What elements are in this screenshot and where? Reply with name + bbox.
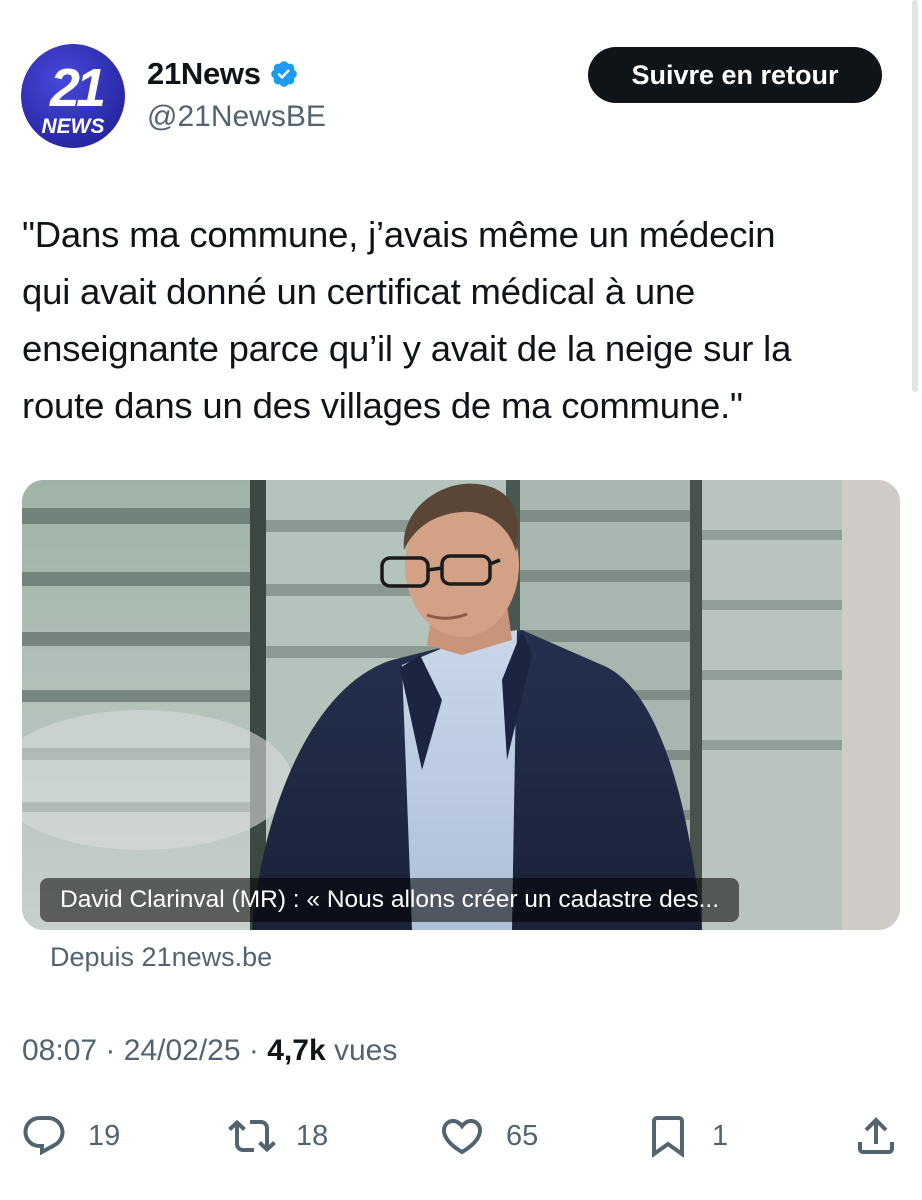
verified-badge-icon [270, 61, 297, 87]
reply-count: 19 [88, 1119, 121, 1152]
bookmark-button[interactable]: 1 [644, 1108, 728, 1164]
account-handle[interactable]: @21NewsBE [147, 100, 326, 134]
account-name-row[interactable]: 21News [147, 56, 299, 92]
repost-button[interactable]: 18 [228, 1108, 328, 1164]
card-photo [22, 480, 900, 930]
meta-separator: · [248, 1034, 259, 1067]
like-button[interactable]: 65 [438, 1108, 538, 1164]
like-count: 65 [506, 1119, 539, 1152]
tweet-time[interactable]: 08:07 [22, 1034, 97, 1067]
card-caption: David Clarinval (MR) : « Nous allons cré… [40, 878, 740, 922]
avatar[interactable]: 21 NEWS [21, 44, 125, 148]
views-label: vues [333, 1034, 398, 1067]
account-name[interactable]: 21News [147, 56, 261, 92]
tweet-meta: 08:07 · 24/02/25 · 4,7k vues [22, 1034, 397, 1068]
meta-separator: · [105, 1034, 116, 1067]
reply-button[interactable]: 19 [20, 1108, 120, 1164]
bookmark-count: 1 [712, 1119, 729, 1152]
scrollbar[interactable] [912, 0, 918, 392]
avatar-logo-word: NEWS [42, 115, 105, 138]
bookmark-icon [652, 1116, 684, 1158]
card-source[interactable]: Depuis 21news.be [50, 942, 272, 973]
tweet-date[interactable]: 24/02/25 [124, 1034, 241, 1067]
share-button[interactable] [852, 1108, 900, 1164]
follow-back-button[interactable]: Suivre en retour [588, 47, 882, 103]
heart-icon [441, 1119, 483, 1155]
link-card[interactable]: David Clarinval (MR) : « Nous allons cré… [22, 480, 900, 930]
repost-icon [228, 1119, 276, 1153]
action-bar: 19 18 65 1 [0, 1108, 922, 1164]
share-icon [858, 1117, 894, 1154]
view-count: 4,7k [267, 1034, 326, 1067]
avatar-logo-number: 21 [49, 58, 104, 118]
reply-icon [23, 1116, 65, 1156]
repost-count: 18 [296, 1119, 329, 1152]
tweet-text: "Dans ma commune, j’avais même un médeci… [22, 214, 792, 426]
